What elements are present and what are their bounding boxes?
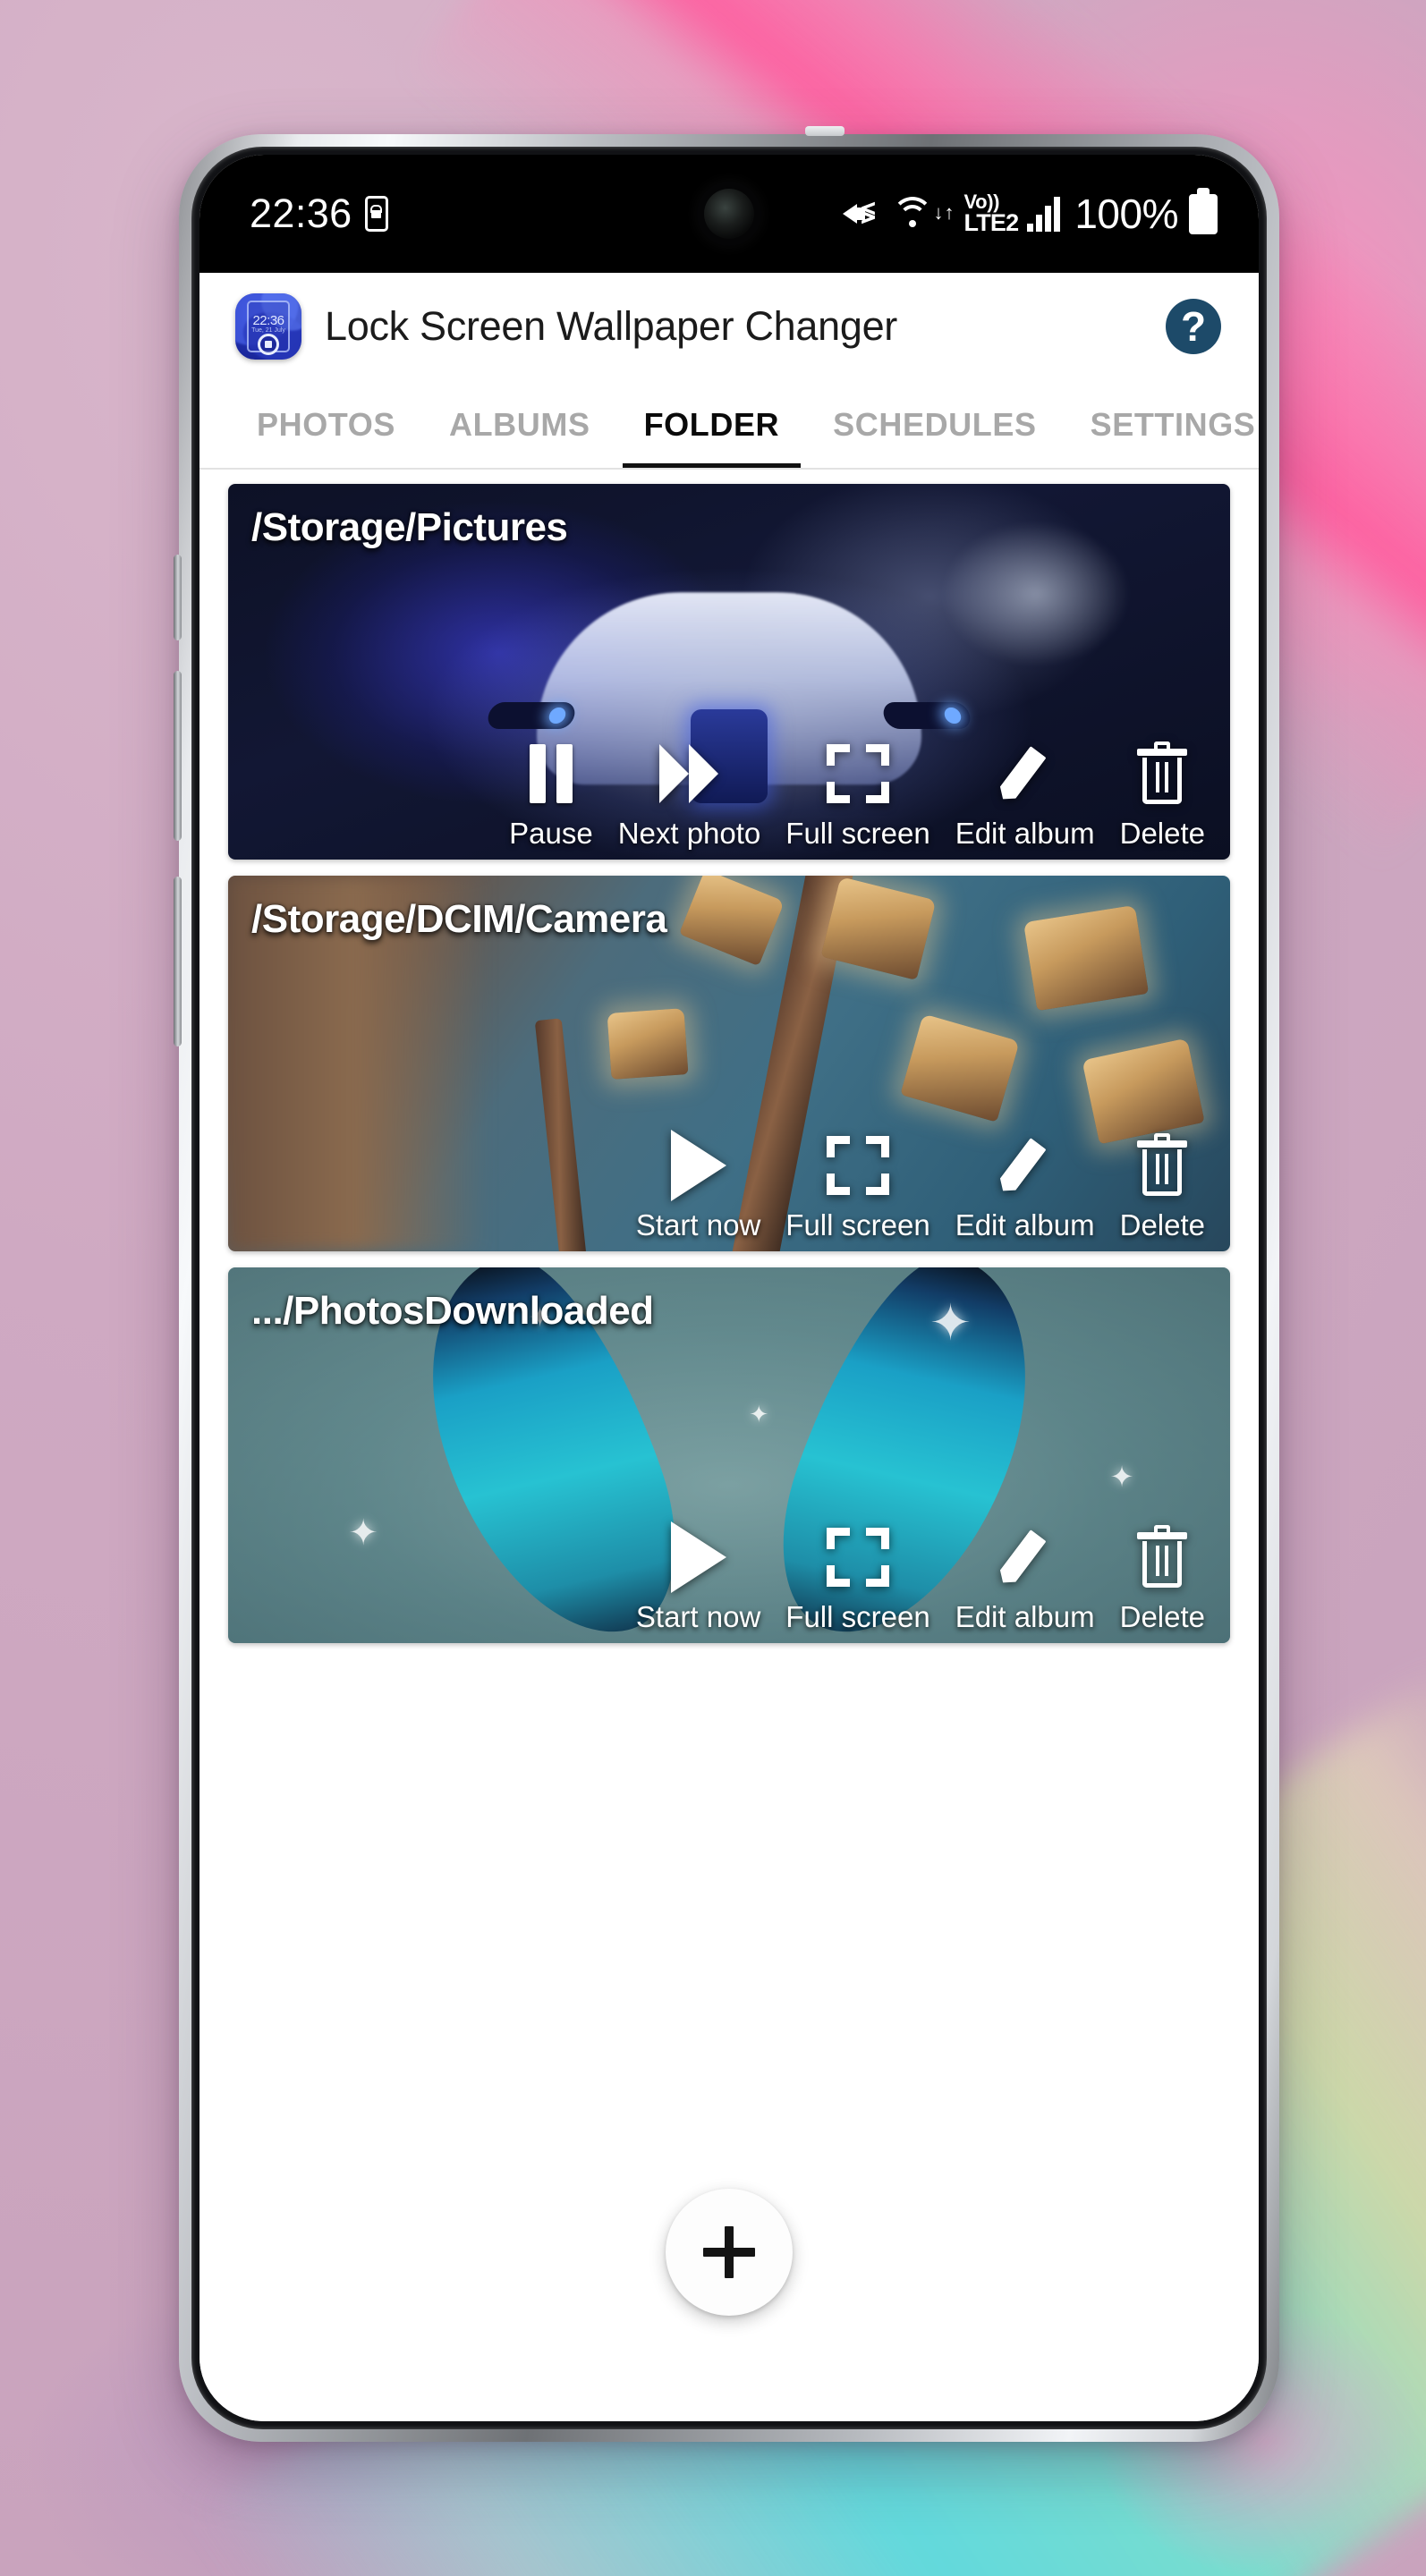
- tab-photos[interactable]: PHOTOS: [230, 380, 422, 470]
- start-now-button[interactable]: Start now: [624, 1124, 773, 1242]
- folder-actions: Start now Full screen Edit album Delete: [624, 1516, 1218, 1634]
- next-photo-icon: [659, 733, 719, 815]
- folder-card[interactable]: ✦ ✦ ✦ ✦ ✦ .../PhotosDownloaded Start now: [228, 1267, 1230, 1643]
- folder-card[interactable]: /Storage/Pictures Pause Next photo Full …: [228, 484, 1230, 860]
- tab-folder[interactable]: FOLDER: [617, 380, 807, 470]
- app-icon-date: Tue, 21 July: [251, 327, 285, 334]
- folder-path-label: /Storage/DCIM/Camera: [251, 897, 667, 941]
- phone-top-speaker: [805, 126, 845, 136]
- app-icon-clock: 22:36: [252, 313, 284, 328]
- delete-button[interactable]: Delete: [1108, 1124, 1218, 1242]
- full-screen-icon: [826, 1516, 889, 1598]
- volte-indicator: Vo)) LTE2: [963, 191, 1020, 236]
- status-bar-clock: 22:36: [250, 191, 352, 236]
- app-bar: 22:36 Tue, 21 July Lock Screen Wallpaper…: [199, 273, 1259, 380]
- next-photo-label: Next photo: [617, 817, 761, 850]
- play-icon: [670, 1124, 726, 1207]
- tab-schedules[interactable]: SCHEDULES: [806, 380, 1063, 470]
- page-title: Lock Screen Wallpaper Changer: [325, 303, 897, 349]
- phone-bixby-button[interactable]: [174, 555, 182, 640]
- delete-button[interactable]: Delete: [1108, 733, 1218, 851]
- mute-vibrate-icon: ≶: [841, 196, 880, 232]
- status-bar-left: 22:36: [250, 191, 388, 237]
- edit-album-button[interactable]: Edit album: [943, 733, 1108, 851]
- full-screen-button[interactable]: Full screen: [773, 733, 942, 851]
- pause-button[interactable]: Pause: [497, 733, 606, 851]
- trash-delete-icon: [1137, 733, 1188, 815]
- signal-bars-icon: [1027, 196, 1061, 232]
- edit-album-label: Edit album: [955, 1600, 1095, 1633]
- wifi-transfer-arrows-icon: ↓ ↑: [933, 201, 955, 224]
- edit-album-label: Edit album: [955, 1208, 1095, 1241]
- battery-full-icon: [1189, 193, 1218, 234]
- folder-path-label: .../PhotosDownloaded: [251, 1289, 654, 1333]
- app-icon-lock-ring: [258, 334, 279, 355]
- delete-label: Delete: [1119, 1208, 1205, 1241]
- phone-device-frame: 22:36 ≶ ↓ ↑ Vo)) LTE2 100% 22:36 Tue, 21…: [174, 126, 1279, 2442]
- full-screen-label: Full screen: [785, 817, 930, 850]
- full-screen-icon: [826, 733, 889, 815]
- trash-delete-icon: [1137, 1516, 1188, 1598]
- start-now-label: Start now: [635, 1208, 761, 1241]
- full-screen-button[interactable]: Full screen: [773, 1124, 942, 1242]
- front-camera-punch-hole: [704, 189, 754, 239]
- full-screen-label: Full screen: [785, 1208, 930, 1241]
- tab-settings[interactable]: SETTINGS: [1064, 380, 1259, 470]
- start-now-button[interactable]: Start now: [624, 1516, 773, 1634]
- add-folder-button[interactable]: [666, 2189, 793, 2316]
- full-screen-label: Full screen: [785, 1600, 930, 1633]
- battery-percent-label: 100%: [1074, 191, 1178, 237]
- trash-delete-icon: [1137, 1124, 1188, 1207]
- delete-label: Delete: [1119, 1600, 1205, 1633]
- folder-list: /Storage/Pictures Pause Next photo Full …: [199, 470, 1259, 2421]
- status-bar-right: ≶ ↓ ↑ Vo)) LTE2 100%: [841, 190, 1218, 238]
- status-bar: 22:36 ≶ ↓ ↑ Vo)) LTE2 100%: [199, 155, 1259, 273]
- edit-album-button[interactable]: Edit album: [943, 1516, 1108, 1634]
- folder-actions: Start now Full screen Edit album Delete: [624, 1124, 1218, 1242]
- play-icon: [670, 1516, 726, 1598]
- tab-albums[interactable]: ALBUMS: [422, 380, 617, 470]
- delete-button[interactable]: Delete: [1108, 1516, 1218, 1634]
- edit-album-label: Edit album: [955, 817, 1095, 850]
- pencil-edit-icon: [997, 1516, 1054, 1598]
- phone-volume-up-button[interactable]: [174, 671, 182, 841]
- start-now-label: Start now: [635, 1600, 761, 1633]
- next-photo-button[interactable]: Next photo: [606, 733, 774, 851]
- plus-icon: [703, 2226, 755, 2278]
- phone-volume-down-button[interactable]: [174, 877, 182, 1046]
- delete-label: Delete: [1119, 817, 1205, 850]
- help-icon[interactable]: ?: [1166, 299, 1221, 354]
- phone-screen: 22:36 ≶ ↓ ↑ Vo)) LTE2 100% 22:36 Tue, 21…: [199, 155, 1259, 2421]
- phone-lock-icon: [364, 196, 388, 232]
- pause-icon: [529, 733, 573, 815]
- wifi-icon: [889, 195, 936, 233]
- folder-path-label: /Storage/Pictures: [251, 505, 568, 549]
- pencil-edit-icon: [997, 733, 1054, 815]
- tab-bar: PHOTOS ALBUMS FOLDER SCHEDULES SETTINGS: [199, 380, 1259, 470]
- edit-album-button[interactable]: Edit album: [943, 1124, 1108, 1242]
- pause-label: Pause: [509, 817, 593, 850]
- folder-card[interactable]: /Storage/DCIM/Camera Start now Full scre…: [228, 876, 1230, 1251]
- phone-bezel: 22:36 ≶ ↓ ↑ Vo)) LTE2 100% 22:36 Tue, 21…: [191, 147, 1267, 2429]
- app-logo-icon: 22:36 Tue, 21 July: [235, 293, 301, 360]
- full-screen-icon: [826, 1124, 889, 1207]
- pencil-edit-icon: [997, 1124, 1054, 1207]
- volte-label-bottom: LTE2: [963, 208, 1020, 236]
- full-screen-button[interactable]: Full screen: [773, 1516, 942, 1634]
- folder-actions: Pause Next photo Full screen Edit album …: [497, 733, 1218, 851]
